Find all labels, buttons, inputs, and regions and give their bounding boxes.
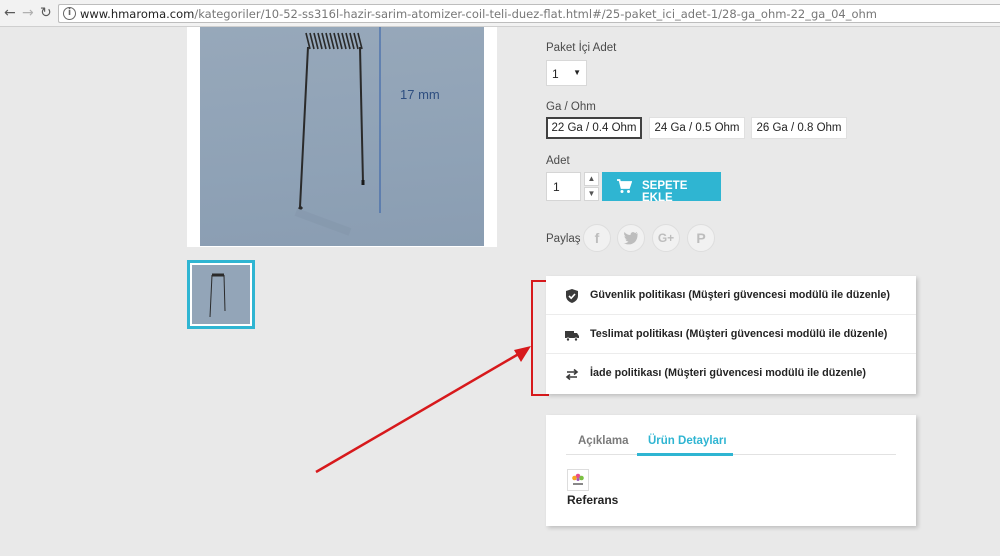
policy-security[interactable]: Güvenlik politikası (Müşteri güvencesi m… [546, 276, 916, 315]
shield-check-icon [564, 288, 580, 304]
swap-arrows-icon [564, 366, 580, 382]
policy-delivery[interactable]: Teslimat politikası (Müşteri güvencesi m… [546, 315, 916, 354]
truck-icon [564, 327, 580, 343]
tab-active-indicator [637, 453, 733, 456]
policy-return[interactable]: İade politikası (Müşteri güvencesi modül… [546, 354, 916, 393]
product-tabs: Açıklama Ürün Detayları Referans [546, 415, 916, 526]
policy-return-text: İade politikası (Müşteri güvencesi modül… [590, 367, 866, 379]
reference-label: Referans [567, 493, 619, 507]
policy-delivery-text: Teslimat politikası (Müşteri güvencesi m… [590, 328, 888, 340]
policy-security-text: Güvenlik politikası (Müşteri güvencesi m… [590, 289, 890, 301]
reassurance-box: Güvenlik politikası (Müşteri güvencesi m… [546, 276, 916, 394]
brand-logo[interactable] [567, 469, 589, 491]
tab-aciklama[interactable]: Açıklama [578, 435, 629, 447]
tab-urun-detaylari[interactable]: Ürün Detayları [648, 435, 727, 447]
